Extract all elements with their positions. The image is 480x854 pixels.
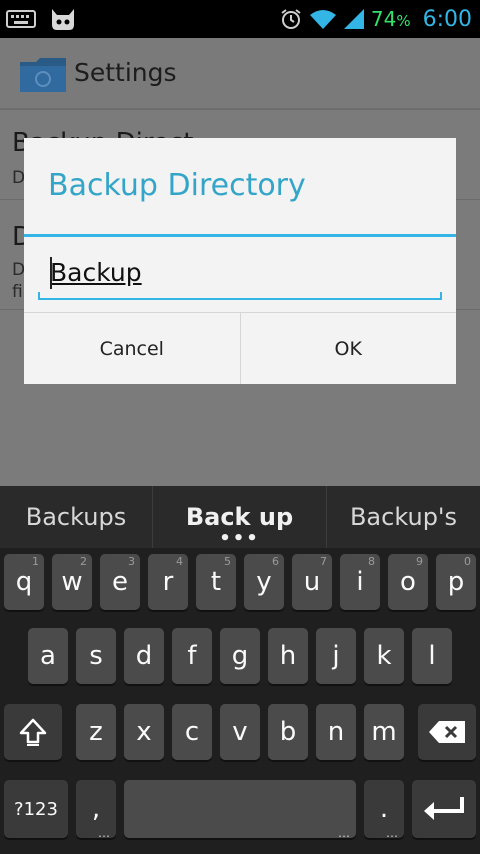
key-u[interactable]: u7 [292,554,332,610]
key-a[interactable]: a [28,628,68,684]
key-o[interactable]: o9 [388,554,428,610]
backup-directory-dialog: Backup Directory Backup Cancel OK [24,138,456,384]
key-l[interactable]: l [412,628,452,684]
battery-percent: 74% [370,7,411,31]
key-y[interactable]: y6 [244,554,284,610]
key-r[interactable]: r4 [148,554,188,610]
key-e[interactable]: e3 [100,554,140,610]
suggestion-right[interactable]: Backup's [326,486,480,548]
backspace-key[interactable] [418,704,476,760]
key-g[interactable]: g [220,628,260,684]
shift-key[interactable] [4,704,62,760]
key-f[interactable]: f [172,628,212,684]
key-b[interactable]: b [268,704,308,760]
cancel-button[interactable]: Cancel [24,313,240,384]
action-bar: Settings [0,38,480,110]
soft-keyboard: Backups Back up ••• Backup's q1 w2 e3 r4… [0,486,480,854]
alarm-icon [281,9,301,29]
input-underline [38,292,442,300]
cyanogen-mascot-icon [52,9,74,30]
symbols-key[interactable]: ?123 [4,780,68,838]
key-m[interactable]: m [364,704,404,760]
dialog-title: Backup Directory [48,168,306,203]
signal-icon [343,9,364,29]
key-d[interactable]: d [124,628,164,684]
keyboard-notification-icon [6,10,36,28]
space-bar[interactable]: … [124,780,356,840]
directory-name-value: Backup [50,258,142,287]
key-n[interactable]: n [316,704,356,760]
key-i[interactable]: i8 [340,554,380,610]
key-j[interactable]: j [316,628,356,684]
key-v[interactable]: v [220,704,260,760]
key-s[interactable]: s [76,628,116,684]
key-w[interactable]: w2 [52,554,92,610]
enter-key[interactable] [412,780,476,838]
backspace-icon [429,721,465,743]
enter-icon [424,797,464,820]
folder-app-icon [20,58,66,92]
key-p[interactable]: p0 [436,554,476,610]
more-suggestions-icon: ••• [219,528,260,549]
comma-key[interactable]: ,… [76,780,116,840]
key-x[interactable]: x [124,704,164,760]
period-key[interactable]: .… [364,780,404,840]
suggestion-strip: Backups Back up ••• Backup's [0,486,480,548]
ok-button[interactable]: OK [239,313,457,384]
suggestion-left[interactable]: Backups [0,486,152,548]
dialog-title-divider [24,234,456,237]
key-k[interactable]: k [364,628,404,684]
directory-name-input[interactable]: Backup [38,250,442,300]
dialog-button-bar: Cancel OK [24,312,456,384]
key-q[interactable]: q1 [4,554,44,610]
key-t[interactable]: t5 [196,554,236,610]
wifi-icon [309,10,336,29]
key-h[interactable]: h [268,628,308,684]
key-c[interactable]: c [172,704,212,760]
action-bar-title: Settings [74,58,177,87]
status-bar: 74% 6:00 [0,0,480,38]
clock: 6:00 [422,6,472,32]
text-cursor [50,257,52,289]
shift-icon [19,718,47,746]
key-z[interactable]: z [76,704,116,760]
suggestion-center[interactable]: Back up ••• [152,486,326,548]
